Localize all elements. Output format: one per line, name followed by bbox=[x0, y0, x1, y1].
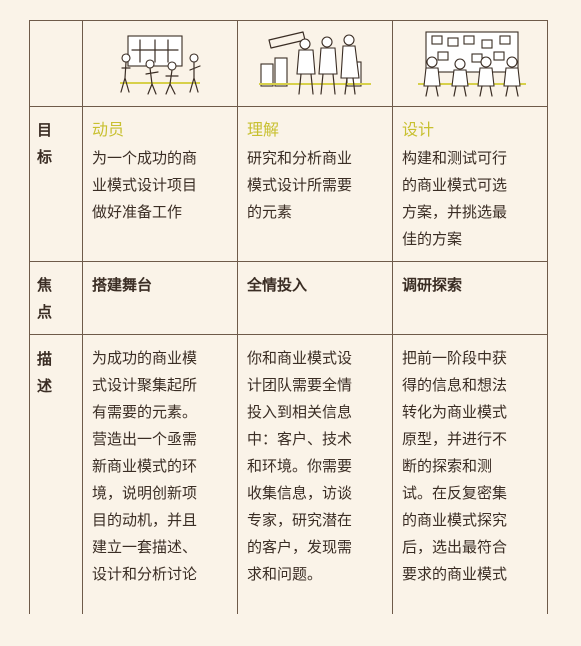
phase-goal: 为一个成功的商 业模式设计项目 做好准备工作 bbox=[92, 149, 198, 221]
phase-goal: 构建和测试可行 的商业模式可选 方案，并挑选最 佳的方案 bbox=[402, 149, 508, 248]
phase-goal-cell: 动员 为一个成功的商 业模式设计项目 做好准备工作 bbox=[92, 118, 232, 226]
row-divider bbox=[29, 334, 548, 335]
people-at-wall-of-notes-illustration bbox=[412, 26, 532, 100]
column-divider bbox=[29, 20, 30, 614]
row-divider bbox=[29, 261, 548, 262]
phase-description: 把前一阶段中获 得的信息和想法 转化为商业模式 原型，并进行不 断的探索和测 试… bbox=[402, 349, 508, 583]
people-preparing-board-illustration bbox=[110, 28, 210, 100]
phase-goal-cell: 设计 构建和测试可行 的商业模式可选 方案，并挑选最 佳的方案 bbox=[402, 118, 542, 253]
column-divider bbox=[237, 20, 238, 614]
phase-title: 动员 bbox=[92, 120, 125, 139]
top-border bbox=[29, 20, 548, 21]
column-divider bbox=[82, 20, 83, 614]
row-head-description: 描 述 bbox=[37, 350, 53, 395]
phase-title: 理解 bbox=[247, 120, 280, 139]
phase-focus: 全情投入 bbox=[247, 276, 308, 294]
phase-description: 你和商业模式设 计团队需要全情 投入到相关信息 中：客户、技术 和环境。你需要 … bbox=[247, 349, 353, 583]
phase-goal: 研究和分析商业 模式设计所需要 的元素 bbox=[247, 149, 353, 221]
row-head-goal: 目 标 bbox=[37, 121, 53, 166]
column-divider bbox=[392, 20, 393, 614]
column-divider bbox=[547, 20, 548, 614]
phase-title: 设计 bbox=[402, 120, 435, 139]
phase-goal-cell: 理解 研究和分析商业 模式设计所需要 的元素 bbox=[247, 118, 387, 226]
phase-focus: 调研探索 bbox=[402, 276, 463, 294]
row-divider bbox=[29, 106, 548, 107]
phase-description: 为成功的商业模 式设计聚集起所 有需要的元素。 营造出一个亟需 新商业模式的环 … bbox=[92, 349, 198, 583]
row-head-focus: 焦 点 bbox=[37, 276, 53, 321]
phase-table: 目 标 焦 点 描 述 动员 为一个成功的商 业模式设计项目 做好准备工作 理解… bbox=[0, 0, 581, 646]
people-with-telescope-illustration bbox=[255, 26, 375, 100]
phase-focus: 搭建舞台 bbox=[92, 276, 153, 294]
